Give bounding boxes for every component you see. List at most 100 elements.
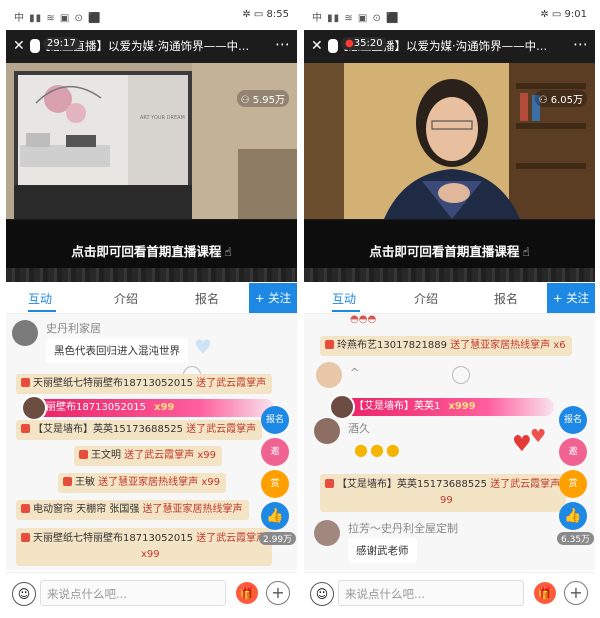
replay-banner[interactable]: 点击即可回看首期直播课程 ☝ xyxy=(6,220,297,282)
live-timer: ●35:20 xyxy=(341,37,387,50)
close-icon[interactable]: ✕ xyxy=(311,38,323,54)
avatar[interactable] xyxy=(316,362,342,388)
people-icon: ⚇ xyxy=(538,95,551,106)
active-tab-indicator xyxy=(28,310,56,312)
watermelon-emoji-icon: ◓◓◓ xyxy=(350,314,377,325)
chat-message: 黑色代表回归进入混沌世界 xyxy=(46,338,188,363)
gift-message: 【艾是墙布】英英15173688525 送了武云霞掌声 xyxy=(16,420,263,440)
close-icon[interactable]: ✕ xyxy=(13,38,25,54)
follow-button[interactable]: + 关注 xyxy=(249,283,297,313)
reward-side-button[interactable]: 赏 xyxy=(261,470,289,498)
pointer-hand-icon: ☝ xyxy=(522,245,530,259)
follow-button[interactable]: + 关注 xyxy=(547,283,595,313)
avatar[interactable] xyxy=(314,520,340,546)
gift-banner: 丽壁布18713052015 x99 xyxy=(21,395,274,421)
banner-avatar xyxy=(21,395,47,421)
like-button[interactable]: 👍 xyxy=(559,502,587,530)
like-count: 6.35万 xyxy=(557,532,595,545)
tab-intro[interactable]: 介绍 xyxy=(114,290,138,307)
signup-side-button[interactable]: 报名 xyxy=(559,406,587,434)
emoji-icon[interactable]: ☺ xyxy=(310,582,334,606)
reward-side-button[interactable]: 赏 xyxy=(559,470,587,498)
gift-message: 王文明 送了武云霞掌声 x99 xyxy=(74,446,222,466)
heart-icon: ♥ xyxy=(530,426,547,447)
replay-text: 点击即可回看首期直播课程 xyxy=(71,244,222,259)
emoji-icon[interactable]: ☺ xyxy=(12,582,36,606)
svg-text:ART YOUR DREAM: ART YOUR DREAM xyxy=(140,115,185,121)
heart-icon: ♥ xyxy=(194,335,212,359)
gift-message: 天丽壁纸七特丽壁布18713052015 送了武云霞掌声 xyxy=(16,374,273,394)
tab-signup[interactable]: 报名 xyxy=(195,290,219,307)
status-bar: 中 ▮▮ ≋ ▣ ⊙ ⬛ ✲ ▭ 8:55 xyxy=(6,4,297,26)
gift-small-icon xyxy=(21,378,30,387)
chat-username: 酒久 xyxy=(348,422,370,435)
more-icon[interactable]: ⋯ xyxy=(573,35,588,53)
chat-input[interactable]: 来说点什么吧... xyxy=(338,580,524,606)
chat-username: 史丹利家居 xyxy=(46,322,101,335)
video-player[interactable]: ART YOUR DREAM ✕ 【慧亚直播】以爱为媒·沟通饰界——中... 2… xyxy=(6,30,297,282)
input-bar: ☺ 来说点什么吧... 🎁 + xyxy=(304,572,595,615)
like-count: 2.99万 xyxy=(259,532,297,545)
status-icons-left: 中 ▮▮ ≋ ▣ ⊙ ⬛ xyxy=(312,13,400,24)
live-title-bar: ✕ 【慧亚直播】以爱为媒·沟通饰界——中... ●35:20 ⋯ xyxy=(304,30,595,62)
tab-bar: 互动 介绍 报名 + 关注 xyxy=(304,283,595,314)
banner-avatar xyxy=(329,394,355,420)
tab-intro[interactable]: 介绍 xyxy=(414,290,438,307)
chat-username: 拉芳～史丹利全屋定制 xyxy=(348,522,458,535)
plus-icon[interactable]: + xyxy=(266,581,290,605)
invite-side-button[interactable]: 邀 xyxy=(261,438,289,466)
status-bar: 中 ▮▮ ≋ ▣ ⊙ ⬛ ✲ ▭ 9:01 xyxy=(304,4,595,26)
people-icon: ⚇ xyxy=(240,95,253,106)
chat-short-message: ^ xyxy=(350,366,360,379)
pointer-hand-icon: ☝ xyxy=(224,245,232,259)
live-timer: 29:17 xyxy=(43,37,80,50)
gift-icon[interactable]: 🎁 xyxy=(236,582,258,604)
city-skyline xyxy=(6,268,297,282)
thumbs-up-icon: 👍 xyxy=(266,508,284,524)
phone-screen-left: 中 ▮▮ ≋ ▣ ⊙ ⬛ ✲ ▭ 8:55 ART YOUR DREAM ✕ 【… xyxy=(6,0,297,618)
tab-interact[interactable]: 互动 xyxy=(28,290,52,307)
viewer-count: ⚇ 5.95万 xyxy=(236,90,289,107)
live-title-bar: ✕ 【慧亚直播】以爱为媒·沟通饰界——中... 29:17 ⋯ xyxy=(6,30,297,62)
video-scene: ART YOUR DREAM xyxy=(6,63,297,219)
more-icon[interactable]: ⋯ xyxy=(275,35,290,53)
mic-icon xyxy=(328,39,338,53)
like-button[interactable]: 👍 xyxy=(261,502,289,530)
plus-icon[interactable]: + xyxy=(564,581,588,605)
viewer-count: ⚇ 6.05万 xyxy=(534,90,587,107)
clap-emoji-icon: ●●● xyxy=(354,440,402,459)
chat-feed[interactable]: 史丹利家居 黑色代表回归进入混沌世界 ♥ 天丽壁纸七特丽壁布1871305201… xyxy=(6,314,297,570)
hearts-icon: ♥ xyxy=(512,432,532,457)
avatar[interactable] xyxy=(12,320,38,346)
gift-message: 王敏 送了慧亚家居热线掌声 x99 xyxy=(58,473,226,493)
avatar[interactable] xyxy=(314,418,340,444)
tab-interact[interactable]: 互动 xyxy=(332,290,356,307)
city-skyline xyxy=(304,268,595,282)
gift-banner: 【艾是墙布】英英1 x999 xyxy=(329,394,554,420)
mic-icon xyxy=(30,39,40,53)
circle-icon xyxy=(452,366,470,384)
thumbs-up-icon: 👍 xyxy=(564,508,582,524)
status-icons-left: 中 ▮▮ ≋ ▣ ⊙ ⬛ xyxy=(14,13,102,24)
status-clock: ✲ ▭ 9:01 xyxy=(540,9,587,20)
gift-message: 【艾是墙布】英英15173688525 送了武云霞掌声 99 xyxy=(320,474,567,512)
gift-message: 玲燕布艺13017821889 送了慧亚家居热线掌声 x6 xyxy=(320,336,572,356)
gift-icon[interactable]: 🎁 xyxy=(534,582,556,604)
invite-side-button[interactable]: 邀 xyxy=(559,438,587,466)
input-bar: ☺ 来说点什么吧... 🎁 + xyxy=(6,572,297,615)
replay-banner[interactable]: 点击即可回看首期直播课程 ☝ xyxy=(304,220,595,282)
video-player[interactable]: ✕ 【慧亚直播】以爱为媒·沟通饰界——中... ●35:20 ⋯ ⚇ 6.05万… xyxy=(304,30,595,282)
chat-input[interactable]: 来说点什么吧... xyxy=(40,580,226,606)
status-clock: ✲ ▭ 8:55 xyxy=(242,9,289,20)
tab-bar: 互动 介绍 报名 + 关注 xyxy=(6,283,297,314)
video-scene xyxy=(304,63,595,219)
signup-side-button[interactable]: 报名 xyxy=(261,406,289,434)
chat-feed[interactable]: ◓◓◓ 玲燕布艺13017821889 送了慧亚家居热线掌声 x6 ^ 【艾是墙… xyxy=(304,314,595,570)
chat-message: 感谢武老师 xyxy=(348,538,417,563)
tab-signup[interactable]: 报名 xyxy=(494,290,518,307)
gift-message: 电动窗帘 天棚帘 张国强 送了慧亚家居热线掌声 xyxy=(16,500,249,520)
active-tab-indicator xyxy=(332,310,360,312)
replay-text: 点击即可回看首期直播课程 xyxy=(369,244,520,259)
gift-message: 天丽壁纸七特丽壁布18713052015 送了武云霞掌声 x99 xyxy=(16,528,273,566)
record-dot-icon: ● xyxy=(345,38,354,49)
